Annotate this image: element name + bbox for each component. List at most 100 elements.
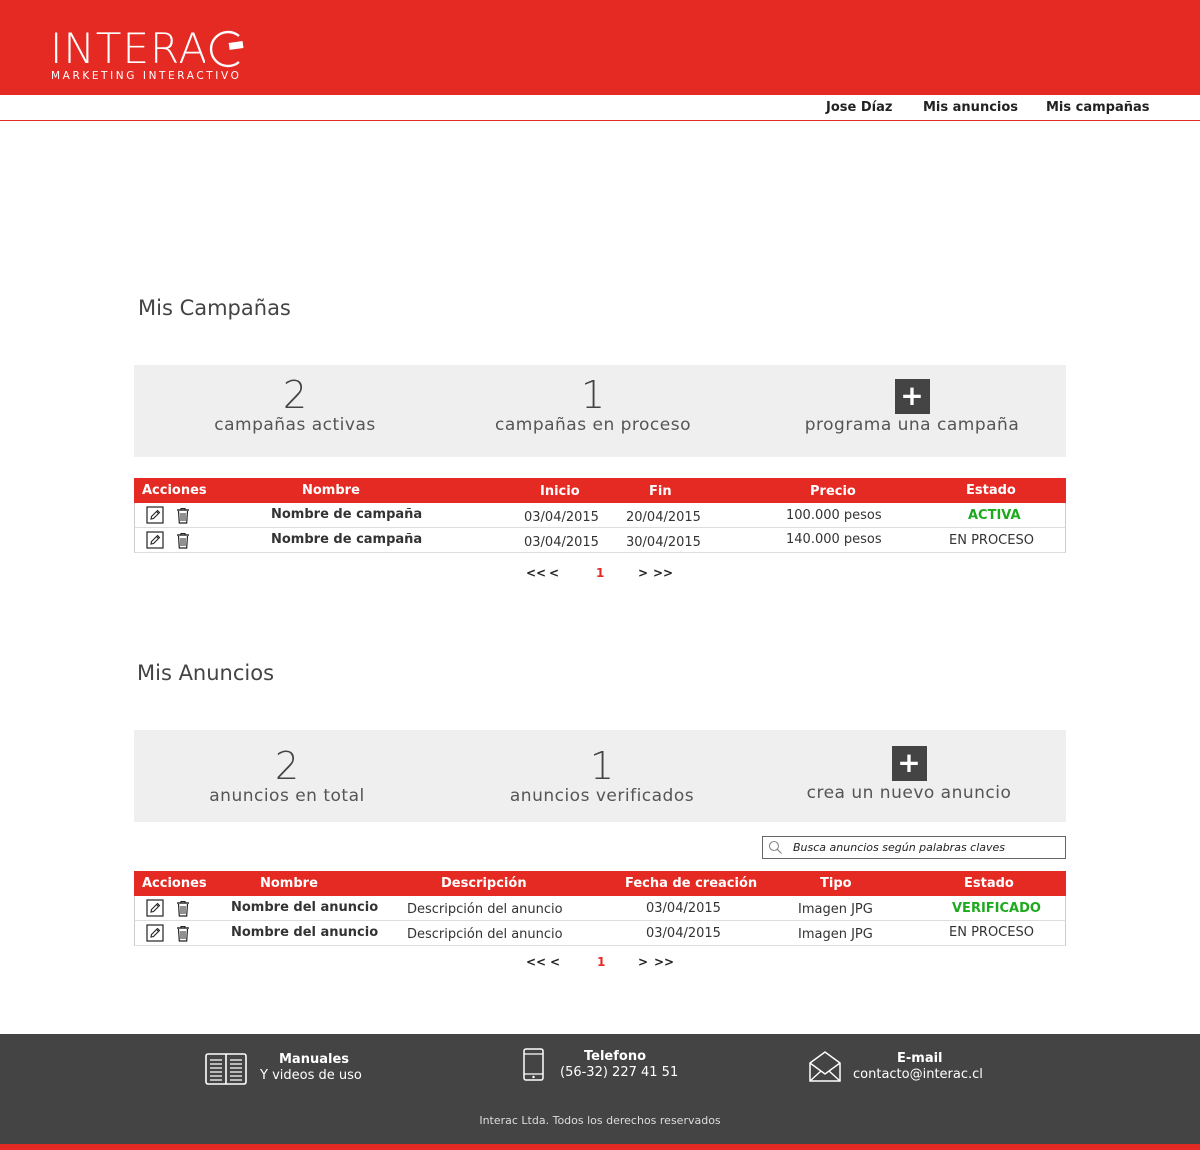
- col-end: Fin: [649, 484, 672, 499]
- email-title: E-mail: [897, 1051, 943, 1066]
- campaign-start: 03/04/2015: [524, 510, 599, 525]
- search-icon: [768, 840, 782, 854]
- pager-current[interactable]: 1: [597, 955, 605, 969]
- nav-my-campaigns[interactable]: Mis campañas: [1046, 100, 1150, 115]
- manuals-subtitle[interactable]: Y videos de uso: [260, 1068, 362, 1083]
- stat-label: anuncios en total: [209, 786, 365, 806]
- table-row: Nombre de campaña 03/04/2015 30/04/2015 …: [134, 528, 1066, 553]
- ads-stats: 2 anuncios en total 1 anuncios verificad…: [134, 730, 1066, 822]
- pager-next[interactable]: >: [638, 566, 648, 580]
- ad-created-date: 03/04/2015: [646, 926, 721, 941]
- pager-last[interactable]: >>: [653, 566, 673, 580]
- ad-name: Nombre del anuncio: [231, 900, 379, 915]
- trash-icon[interactable]: [174, 506, 192, 524]
- table-row: Nombre de campaña 03/04/2015 20/04/2015 …: [134, 503, 1066, 528]
- campaign-name: Nombre de campaña: [271, 532, 423, 547]
- stat-label: campañas activas: [214, 415, 376, 435]
- col-type: Tipo: [820, 876, 852, 891]
- col-actions: Acciones: [142, 483, 207, 498]
- pager-prev[interactable]: <: [550, 955, 560, 969]
- nav-my-ads[interactable]: Mis anuncios: [923, 100, 1018, 115]
- col-created: Fecha de creación: [625, 876, 758, 891]
- header: INTERAC MARKETING INTERACTIVO: [0, 0, 1200, 95]
- logo-tagline: MARKETING INTERACTIVO: [51, 70, 242, 82]
- pager-prev[interactable]: <: [549, 566, 559, 580]
- pager-first[interactable]: <<: [526, 955, 546, 969]
- campaign-stats: 2 campañas activas 1 campañas en proceso…: [134, 365, 1066, 457]
- status-badge: EN PROCESO: [949, 925, 1034, 940]
- campaign-end: 30/04/2015: [626, 535, 701, 550]
- edit-icon[interactable]: [146, 506, 164, 524]
- phone-icon: [523, 1048, 544, 1081]
- copyright: Interac Ltda. Todos los derechos reserva…: [479, 1114, 721, 1127]
- stat-number: 2: [282, 373, 308, 417]
- stat-new-ad[interactable]: + crea un nuevo anuncio: [759, 744, 1059, 803]
- campaign-price: 140.000 pesos: [786, 532, 882, 547]
- stat-number: 2: [274, 744, 300, 788]
- trash-icon[interactable]: [174, 531, 192, 549]
- stat-active-campaigns: 2 campañas activas: [145, 375, 445, 435]
- edit-icon[interactable]: [146, 531, 164, 549]
- ads-search[interactable]: [762, 836, 1066, 859]
- table-row: Nombre del anuncio Descripción del anunc…: [134, 896, 1066, 921]
- col-actions: Acciones: [142, 876, 207, 891]
- status-badge: EN PROCESO: [949, 533, 1034, 548]
- ad-name: Nombre del anuncio: [231, 925, 379, 940]
- add-ad-button[interactable]: +: [891, 746, 927, 781]
- phone-number[interactable]: (56-32) 227 41 51: [560, 1065, 678, 1080]
- col-start: Inicio: [540, 484, 580, 499]
- add-campaign-label[interactable]: programa una campaña: [762, 415, 1062, 435]
- pager-next[interactable]: >: [638, 955, 648, 969]
- col-status: Estado: [964, 876, 1014, 891]
- book-icon: [205, 1053, 247, 1085]
- search-input[interactable]: [793, 839, 1058, 856]
- campaigns-title: Mis Campañas: [138, 296, 291, 320]
- col-description: Descripción: [441, 876, 527, 891]
- stat-process-campaigns: 1 campañas en proceso: [443, 375, 743, 435]
- add-ad-label[interactable]: crea un nuevo anuncio: [759, 783, 1059, 803]
- stat-verified-ads: 1 anuncios verificados: [452, 746, 752, 806]
- table-header: Acciones Nombre Inicio Fin Precio Estado: [134, 478, 1066, 503]
- envelope-icon: [809, 1051, 841, 1082]
- pager-current[interactable]: 1: [596, 566, 604, 580]
- nav-user[interactable]: Jose Díaz: [826, 100, 892, 115]
- trash-icon[interactable]: [174, 899, 192, 917]
- table-header: Acciones Nombre Descripción Fecha de cre…: [134, 871, 1066, 896]
- pager-first[interactable]: <<: [526, 566, 546, 580]
- add-campaign-button[interactable]: +: [894, 379, 930, 414]
- stat-number: 1: [589, 744, 615, 788]
- top-nav: Jose Díaz Mis anuncios Mis campañas: [0, 95, 1200, 121]
- footer-accent-bar: [0, 1144, 1200, 1150]
- campaign-start: 03/04/2015: [524, 535, 599, 550]
- ad-type: Imagen JPG: [798, 902, 873, 917]
- campaign-end: 20/04/2015: [626, 510, 701, 525]
- logo-c-mark-icon: [205, 28, 247, 70]
- col-name: Nombre: [302, 483, 360, 498]
- logo[interactable]: INTERAC MARKETING INTERACTIVO: [50, 26, 250, 86]
- ad-created-date: 03/04/2015: [646, 901, 721, 916]
- status-badge: VERIFICADO: [952, 901, 1041, 916]
- stat-program-campaign[interactable]: + programa una campaña: [762, 377, 1062, 435]
- ads-table: Acciones Nombre Descripción Fecha de cre…: [134, 871, 1066, 946]
- manuals-title[interactable]: Manuales: [279, 1052, 349, 1067]
- table-row: Nombre del anuncio Descripción del anunc…: [134, 921, 1066, 946]
- col-name: Nombre: [260, 876, 318, 891]
- pager-last[interactable]: >>: [654, 955, 674, 969]
- status-badge: ACTIVA: [968, 508, 1021, 523]
- stat-total-ads: 2 anuncios en total: [137, 746, 437, 806]
- trash-icon[interactable]: [174, 924, 192, 942]
- email-address[interactable]: contacto@interac.cl: [853, 1067, 983, 1082]
- ads-title: Mis Anuncios: [137, 661, 275, 685]
- stat-number: 1: [580, 373, 606, 417]
- ad-type: Imagen JPG: [798, 927, 873, 942]
- ad-description: Descripción del anuncio: [407, 902, 563, 917]
- phone-title: Telefono: [584, 1049, 647, 1064]
- edit-icon[interactable]: [146, 899, 164, 917]
- edit-icon[interactable]: [146, 924, 164, 942]
- campaign-price: 100.000 pesos: [786, 508, 882, 523]
- campaigns-table: Acciones Nombre Inicio Fin Precio Estado…: [134, 478, 1066, 553]
- stat-label: campañas en proceso: [495, 415, 691, 435]
- col-status: Estado: [966, 483, 1016, 498]
- stat-label: anuncios verificados: [509, 786, 695, 806]
- col-price: Precio: [810, 484, 856, 499]
